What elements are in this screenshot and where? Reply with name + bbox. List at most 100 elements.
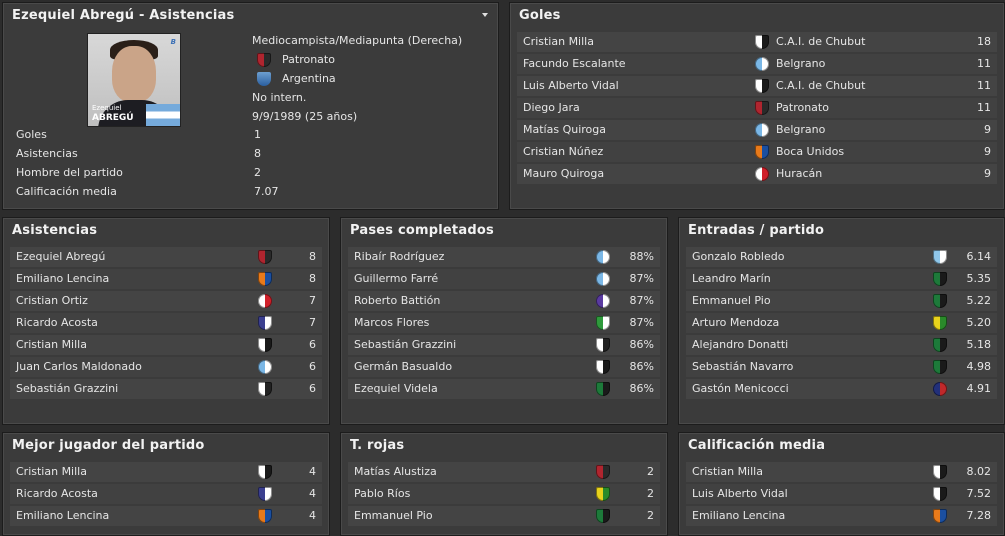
club-crest-icon [596,382,610,396]
player-name: Ricardo Acosta [16,487,98,500]
striped-crest-icon [258,316,272,330]
list-item[interactable]: Cristian Milla 8.02 [686,462,997,482]
club-crest-icon [596,316,610,330]
player-name: Cristian Milla [16,338,87,351]
passes-value: 86% [629,382,654,395]
list-item[interactable]: Gonzalo Robledo 6.14 [686,247,997,267]
list-item[interactable]: Emiliano Lencina 4 [10,506,322,526]
belgrano-crest-icon [596,272,610,286]
goles-list: Cristian Milla C.A.I. de Chubut 18 Facun… [517,32,997,186]
player-name: Germán Basualdo [354,360,453,373]
list-item[interactable]: Ricardo Acosta 4 [10,484,322,504]
list-item[interactable]: Cristian Milla 6 [10,335,322,355]
defensa-crest-icon [933,316,947,330]
list-item[interactable]: Cristian Núñez Boca Unidos 9 [517,142,997,162]
list-item[interactable]: Ezequiel Abregú 8 [10,247,322,267]
list-item[interactable]: Cristian Ortiz 7 [10,291,322,311]
player-name: Cristian Milla [16,465,87,478]
list-item[interactable]: Roberto Battión 87% [348,291,660,311]
list-item[interactable]: Luis Alberto Vidal C.A.I. de Chubut 11 [517,76,997,96]
list-item[interactable]: Emmanuel Pio 2 [348,506,660,526]
list-item[interactable]: Sebastián Navarro 4.98 [686,357,997,377]
list-item[interactable]: Marcos Flores 87% [348,313,660,333]
player-name: Luis Alberto Vidal [523,79,619,92]
list-item[interactable]: Sebastián Grazzini 86% [348,335,660,355]
patronato-crest-icon [258,250,272,264]
list-item[interactable]: Pablo Ríos 2 [348,484,660,504]
cai-crest-icon [596,360,610,374]
green-black-crest-icon [933,272,947,286]
club-crest-icon [933,250,947,264]
player-name: Sebastián Grazzini [354,338,457,351]
player-name: Ezequiel Videla [354,382,438,395]
club-crest-icon [596,294,610,308]
player-club-link[interactable]: Patronato [282,50,335,69]
white-black-crest-icon [258,382,272,396]
club-crest-icon [755,123,769,137]
list-item[interactable]: Emmanuel Pio 5.22 [686,291,997,311]
list-item[interactable]: Ezequiel Videla 86% [348,379,660,399]
list-item[interactable]: Cristian Milla 4 [10,462,322,482]
player-name: Emiliano Lencina [16,272,110,285]
stat-hombre-value: 2 [254,166,261,179]
passes-value: 86% [629,360,654,373]
stat-goles-value: 1 [254,128,261,141]
club-crest-icon [596,487,610,501]
club-crest-icon [258,316,272,330]
goals-value: 11 [977,57,991,70]
argentina-flag-icon [146,104,180,126]
player-name: Matías Quiroga [523,123,606,136]
club-crest-icon [933,316,947,330]
list-item[interactable]: Juan Carlos Maldonado 6 [10,357,322,377]
club-crest-icon [596,272,610,286]
panel-menu-chevron-down-icon[interactable] [482,13,488,17]
list-item[interactable]: Sebastián Grazzini 6 [10,379,322,399]
patronato-crest-icon [257,53,271,67]
list-item[interactable]: Diego Jara Patronato 11 [517,98,997,118]
stat-calificacion-value: 7.07 [254,185,279,198]
list-item[interactable]: Germán Basualdo 86% [348,357,660,377]
list-item[interactable]: Alejandro Donatti 5.18 [686,335,997,355]
club-name: C.A.I. de Chubut [776,35,866,48]
list-item[interactable]: Luis Alberto Vidal 7.52 [686,484,997,504]
player-name: Gonzalo Robledo [692,250,785,263]
passes-value: 86% [629,338,654,351]
list-item[interactable]: Leandro Marín 5.35 [686,269,997,289]
player-name: Mauro Quiroga [523,167,605,180]
club-crest-icon [755,167,769,181]
list-item[interactable]: Guillermo Farré 87% [348,269,660,289]
player-photo-last-name: ABREGÚ [92,113,134,123]
tackles-value: 6.14 [966,250,992,263]
mejor-jugador-list: Cristian Milla 4 Ricardo Acosta 4 Emiliano… [10,462,322,528]
rating-value: 7.28 [966,509,992,522]
player-name: Cristian Milla [692,465,763,478]
club-crest-icon [755,79,769,93]
list-item[interactable]: Arturo Mendoza 5.20 [686,313,997,333]
player-nationality-link[interactable]: Argentina [282,69,336,88]
pases-title: Pases completados [350,223,494,238]
list-item[interactable]: Mauro Quiroga Huracán 9 [517,164,997,184]
cai-crest-icon [258,465,272,479]
assists-value: 8 [309,272,316,285]
club-crest-icon [257,53,271,67]
list-item[interactable]: Cristian Milla C.A.I. de Chubut 18 [517,32,997,52]
pases-list: Ribaír Rodríguez 88% Guillermo Farré 87% R… [348,247,660,401]
defensa-crest-icon [596,487,610,501]
assists-value: 6 [309,382,316,395]
list-item[interactable]: Matías Alustiza 2 [348,462,660,482]
goles-panel: Goles Cristian Milla C.A.I. de Chubut 18… [509,2,1005,210]
list-item[interactable]: Matías Quiroga Belgrano 9 [517,120,997,140]
tarjetas-rojas-title: T. rojas [350,438,405,453]
list-item[interactable]: Emiliano Lencina 8 [10,269,322,289]
club-crest-icon [258,487,272,501]
pases-panel: Pases completados Ribaír Rodríguez 88% Gu… [340,217,668,425]
tarjetas-rojas-list: Matías Alustiza 2 Pablo Ríos 2 Emmanuel Pi… [348,462,660,528]
goles-title: Goles [519,8,561,23]
list-item[interactable]: Gastón Menicocci 4.91 [686,379,997,399]
list-item[interactable]: Facundo Escalante Belgrano 11 [517,54,997,74]
goals-value: 11 [977,101,991,114]
green-black-crest-icon [933,294,947,308]
list-item[interactable]: Ribaír Rodríguez 88% [348,247,660,267]
list-item[interactable]: Ricardo Acosta 7 [10,313,322,333]
list-item[interactable]: Emiliano Lencina 7.28 [686,506,997,526]
